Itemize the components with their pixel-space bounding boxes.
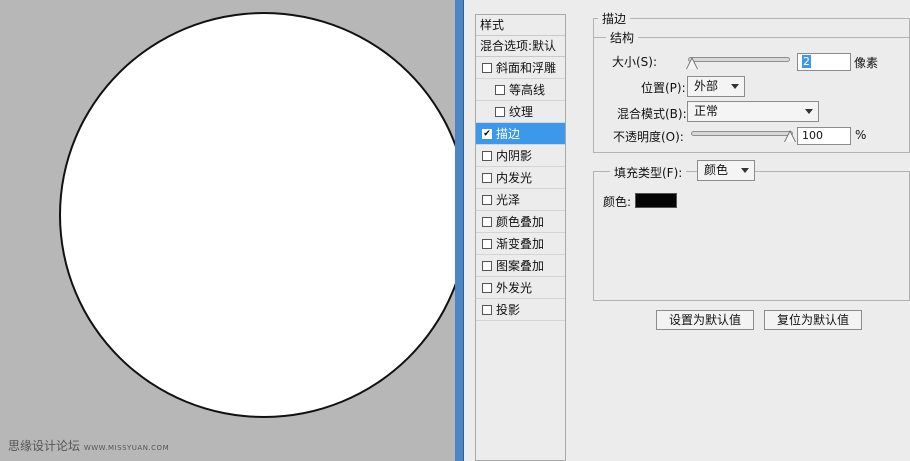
style-item[interactable]: 等高线 xyxy=(476,79,565,101)
style-item[interactable]: 图案叠加 xyxy=(476,255,565,277)
style-item[interactable]: 投影 xyxy=(476,299,565,321)
watermark-url: WWW.MISSYUAN.COM xyxy=(83,444,170,452)
checkbox-icon[interactable] xyxy=(482,261,492,271)
checkbox-icon[interactable] xyxy=(495,107,505,117)
opacity-slider-track[interactable] xyxy=(691,131,793,136)
make-default-button[interactable]: 设置为默认值 xyxy=(656,310,754,330)
fill-type-select-value: 颜色 xyxy=(704,163,729,177)
opacity-input[interactable]: 100 xyxy=(797,127,851,145)
checkbox-icon[interactable] xyxy=(482,173,492,183)
fill-type-label: 填充类型(F): xyxy=(610,164,687,181)
style-item-label: 光泽 xyxy=(496,193,521,207)
checkbox-checked-icon[interactable]: ✔ xyxy=(482,129,492,139)
style-item-label: 外发光 xyxy=(496,281,533,295)
style-item-label: 内阴影 xyxy=(496,149,533,163)
style-item[interactable]: 内阴影 xyxy=(476,145,565,167)
blend-mode-select[interactable]: 正常 xyxy=(687,101,819,122)
structure-group-title: 结构 xyxy=(606,29,639,46)
fill-type-group xyxy=(593,171,910,301)
white-circle-shape[interactable] xyxy=(59,12,455,418)
style-list-header[interactable]: 样式 xyxy=(476,15,565,36)
fill-type-select[interactable]: 颜色 xyxy=(697,160,755,181)
checkbox-icon[interactable] xyxy=(482,151,492,161)
blend-mode-label: 混合模式(B): xyxy=(617,107,687,121)
color-label: 颜色: xyxy=(603,195,632,209)
style-item-label: 渐变叠加 xyxy=(496,237,545,251)
opacity-label: 不透明度(O): xyxy=(613,130,684,144)
style-item[interactable]: 光泽 xyxy=(476,189,565,211)
stroke-color-swatch[interactable] xyxy=(635,193,677,208)
blend-mode-select-value: 正常 xyxy=(694,104,719,118)
style-item[interactable]: ✔ 描边 xyxy=(476,123,565,145)
style-item-label: 纹理 xyxy=(509,105,534,119)
position-select[interactable]: 外部 xyxy=(687,76,745,97)
reset-default-button[interactable]: 复位为默认值 xyxy=(764,310,862,330)
style-item-label: 等高线 xyxy=(509,83,546,97)
checkbox-icon[interactable] xyxy=(495,85,505,95)
checkbox-icon[interactable] xyxy=(482,217,492,227)
style-item[interactable]: 外发光 xyxy=(476,277,565,299)
size-input[interactable]: 2 xyxy=(797,53,851,71)
style-items: 斜面和浮雕等高线纹理 ✔ 描边内阴影内发光光泽颜色叠加渐变叠加图案叠加外发光投影 xyxy=(476,57,565,321)
opacity-slider-thumb-fill xyxy=(785,132,795,142)
position-label: 位置(P): xyxy=(641,81,686,95)
style-item-label: 颜色叠加 xyxy=(496,215,545,229)
dialog-window-edge xyxy=(455,0,464,461)
position-select-value: 外部 xyxy=(694,79,719,93)
size-label: 大小(S): xyxy=(612,55,658,69)
style-item[interactable]: 渐变叠加 xyxy=(476,233,565,255)
style-item-label: 内发光 xyxy=(496,171,533,185)
size-unit-label: 像素 xyxy=(854,56,879,70)
checkbox-icon[interactable] xyxy=(482,305,492,315)
stroke-group-title: 描边 xyxy=(598,10,631,27)
watermark-text: 思缘设计论坛 xyxy=(8,439,81,453)
blend-options-item[interactable]: 混合选项:默认 xyxy=(476,36,565,57)
style-item-label: 图案叠加 xyxy=(496,259,545,273)
checkbox-icon[interactable] xyxy=(482,283,492,293)
chevron-down-icon xyxy=(805,109,813,114)
opacity-unit-label: % xyxy=(855,128,867,142)
style-item[interactable]: 颜色叠加 xyxy=(476,211,565,233)
checkbox-icon[interactable] xyxy=(482,195,492,205)
style-item[interactable]: 内发光 xyxy=(476,167,565,189)
checkbox-icon[interactable] xyxy=(482,63,492,73)
style-item[interactable]: 斜面和浮雕 xyxy=(476,57,565,79)
style-item-label: 斜面和浮雕 xyxy=(496,61,557,75)
style-item-label: 投影 xyxy=(496,303,521,317)
style-list: 样式 混合选项:默认 斜面和浮雕等高线纹理 ✔ 描边内阴影内发光光泽颜色叠加渐变叠加… xyxy=(475,14,566,461)
chevron-down-icon xyxy=(741,168,749,173)
style-item[interactable]: 纹理 xyxy=(476,101,565,123)
chevron-down-icon xyxy=(731,84,739,89)
size-slider-track[interactable] xyxy=(688,57,790,62)
checkbox-icon[interactable] xyxy=(482,239,492,249)
style-item-label: 描边 xyxy=(496,127,521,141)
size-slider-thumb-fill xyxy=(687,59,697,69)
layer-style-dialog: 样式 混合选项:默认 斜面和浮雕等高线纹理 ✔ 描边内阴影内发光光泽颜色叠加渐变叠加… xyxy=(464,0,910,461)
document-canvas[interactable]: 思缘设计论坛 WWW.MISSYUAN.COM xyxy=(0,0,455,461)
watermark: 思缘设计论坛 WWW.MISSYUAN.COM xyxy=(8,437,169,454)
